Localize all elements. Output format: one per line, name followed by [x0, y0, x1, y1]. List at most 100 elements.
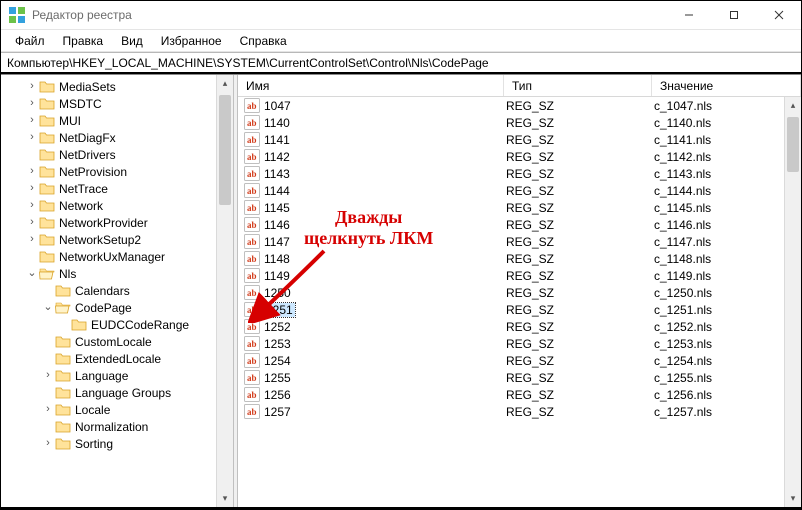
value-row[interactable]: 1255REG_SZc_1255.nls	[238, 369, 784, 386]
expand-closed-icon[interactable]: ›	[25, 132, 39, 143]
tree-node[interactable]: ›MSDTC	[1, 95, 216, 112]
expand-closed-icon[interactable]: ›	[25, 200, 39, 211]
value-row[interactable]: 1148REG_SZc_1148.nls	[238, 250, 784, 267]
tree-node[interactable]: CustomLocale	[1, 333, 216, 350]
folder-icon	[39, 232, 55, 248]
tree-node[interactable]: ›MediaSets	[1, 78, 216, 95]
tree-node-label: Nls	[59, 267, 76, 281]
tree-node[interactable]: Calendars	[1, 282, 216, 299]
menu-favorites[interactable]: Избранное	[153, 32, 230, 50]
string-value-icon	[244, 251, 260, 266]
tree-node[interactable]: EUDCCodeRange	[1, 316, 216, 333]
value-row[interactable]: 1145REG_SZc_1145.nls	[238, 199, 784, 216]
value-row[interactable]: 1047REG_SZc_1047.nls	[238, 97, 784, 114]
value-row[interactable]: 1142REG_SZc_1142.nls	[238, 148, 784, 165]
expand-closed-icon[interactable]: ›	[25, 234, 39, 245]
value-row[interactable]: 1144REG_SZc_1144.nls	[238, 182, 784, 199]
expand-closed-icon[interactable]: ›	[25, 217, 39, 228]
tree-node[interactable]: ⌄ Nls	[1, 265, 216, 282]
string-value-icon	[244, 132, 260, 147]
scroll-thumb[interactable]	[219, 95, 231, 205]
tree-node-label: NetProvision	[59, 165, 127, 179]
maximize-button[interactable]	[711, 1, 756, 29]
scroll-up-icon[interactable]: ▴	[217, 75, 233, 92]
expand-closed-icon[interactable]: ›	[25, 81, 39, 92]
column-name[interactable]: Имя	[238, 75, 504, 96]
menu-help[interactable]: Справка	[232, 32, 295, 50]
value-row[interactable]: 1149REG_SZc_1149.nls	[238, 267, 784, 284]
value-row[interactable]: 1254REG_SZc_1254.nls	[238, 352, 784, 369]
expand-closed-icon[interactable]: ›	[41, 404, 55, 415]
tree-node[interactable]: ›NetDiagFx	[1, 129, 216, 146]
value-row[interactable]: 1256REG_SZc_1256.nls	[238, 386, 784, 403]
folder-icon	[39, 96, 55, 112]
value-data: c_1255.nls	[652, 371, 784, 385]
value-row[interactable]: 1253REG_SZc_1253.nls	[238, 335, 784, 352]
expand-closed-icon[interactable]: ›	[25, 166, 39, 177]
tree-node-label: Network	[59, 199, 103, 213]
menu-file[interactable]: Файл	[7, 32, 53, 50]
value-row[interactable]: 1141REG_SZc_1141.nls	[238, 131, 784, 148]
tree-node[interactable]: › NetProvision	[1, 163, 216, 180]
menu-view[interactable]: Вид	[113, 32, 151, 50]
tree-node[interactable]: ›NetworkSetup2	[1, 231, 216, 248]
tree-node[interactable]: › Network	[1, 197, 216, 214]
string-value-icon	[244, 353, 260, 368]
value-type: REG_SZ	[504, 133, 652, 147]
expand-closed-icon[interactable]: ›	[41, 438, 55, 449]
value-list[interactable]: 1047REG_SZc_1047.nls1140REG_SZc_1140.nls…	[238, 97, 784, 507]
value-type: REG_SZ	[504, 150, 652, 164]
value-name-cell: 1252	[238, 319, 504, 334]
tree-node[interactable]: ›Language	[1, 367, 216, 384]
tree-node-label: Locale	[75, 403, 110, 417]
value-data: c_1142.nls	[652, 150, 784, 164]
scroll-thumb[interactable]	[787, 117, 799, 172]
tree-node[interactable]: › NetTrace	[1, 180, 216, 197]
folder-icon	[55, 402, 71, 418]
value-row[interactable]: 1146REG_SZc_1146.nls	[238, 216, 784, 233]
value-row[interactable]: 1252REG_SZc_1252.nls	[238, 318, 784, 335]
value-data: c_1250.nls	[652, 286, 784, 300]
tree-node[interactable]: Normalization	[1, 418, 216, 435]
tree-node[interactable]: ExtendedLocale	[1, 350, 216, 367]
tree-node[interactable]: NetDrivers	[1, 146, 216, 163]
tree-node[interactable]: ›Sorting	[1, 435, 216, 452]
tree-node[interactable]: ⌄CodePage	[1, 299, 216, 316]
tree-node-label: EUDCCodeRange	[91, 318, 189, 332]
tree-node[interactable]: › Locale	[1, 401, 216, 418]
value-name: 1140	[264, 116, 290, 130]
titlebar: Редактор реестра	[1, 1, 801, 30]
scroll-down-icon[interactable]: ▾	[785, 490, 801, 507]
list-header: Имя Тип Значение	[238, 75, 801, 97]
menu-edit[interactable]: Правка	[55, 32, 112, 50]
tree-node-label: Normalization	[75, 420, 148, 434]
value-row[interactable]: 1143REG_SZc_1143.nls	[238, 165, 784, 182]
scroll-up-icon[interactable]: ▴	[785, 97, 801, 114]
value-row[interactable]: 1251REG_SZc_1251.nls	[238, 301, 784, 318]
tree-node[interactable]: Language Groups	[1, 384, 216, 401]
expand-closed-icon[interactable]: ›	[41, 370, 55, 381]
value-row[interactable]: 1250REG_SZc_1250.nls	[238, 284, 784, 301]
value-row[interactable]: 1257REG_SZc_1257.nls	[238, 403, 784, 420]
expand-open-icon[interactable]: ⌄	[25, 268, 39, 279]
tree-node[interactable]: NetworkUxManager	[1, 248, 216, 265]
tree-node-label: NetTrace	[59, 182, 108, 196]
value-row[interactable]: 1147REG_SZc_1147.nls	[238, 233, 784, 250]
list-scrollbar[interactable]: ▴ ▾	[784, 97, 801, 507]
tree-scrollbar[interactable]: ▴ ▾	[216, 75, 233, 507]
tree-node[interactable]: ›MUI	[1, 112, 216, 129]
expand-closed-icon[interactable]: ›	[25, 183, 39, 194]
tree-node[interactable]: ›NetworkProvider	[1, 214, 216, 231]
value-row[interactable]: 1140REG_SZc_1140.nls	[238, 114, 784, 131]
column-type[interactable]: Тип	[504, 75, 652, 96]
address-bar[interactable]: Компьютер\HKEY_LOCAL_MACHINE\SYSTEM\Curr…	[1, 52, 801, 74]
close-button[interactable]	[756, 1, 801, 29]
minimize-button[interactable]	[666, 1, 711, 29]
expand-closed-icon[interactable]: ›	[25, 98, 39, 109]
scroll-down-icon[interactable]: ▾	[217, 490, 233, 507]
expand-open-icon[interactable]: ⌄	[41, 302, 55, 313]
string-value-icon	[244, 302, 260, 317]
column-value[interactable]: Значение	[652, 75, 801, 96]
expand-closed-icon[interactable]: ›	[25, 115, 39, 126]
registry-tree[interactable]: ›MediaSets›MSDTC›MUI›NetDiagFxNetDrivers…	[1, 75, 216, 452]
